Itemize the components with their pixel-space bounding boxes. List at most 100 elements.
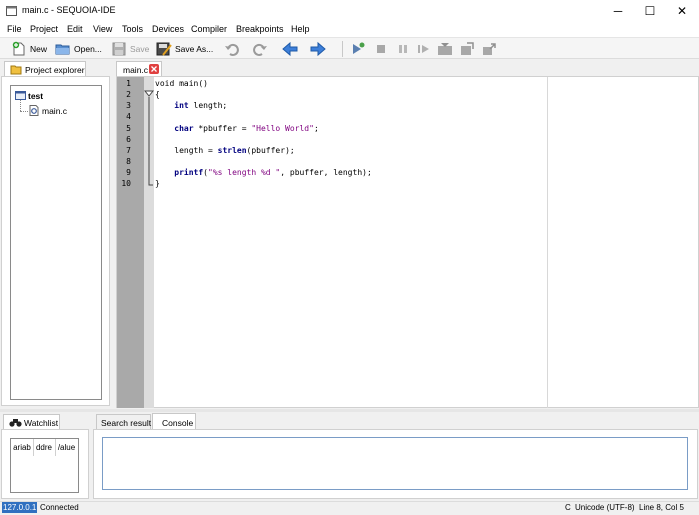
run-to-icon[interactable]: [437, 41, 453, 57]
tab-console[interactable]: Console: [152, 413, 196, 430]
code-token: void main(): [155, 79, 208, 88]
line-number: 8: [126, 157, 131, 166]
save-as-button[interactable]: Save As...: [156, 40, 213, 58]
menu-devices[interactable]: Devices: [152, 24, 184, 34]
menu-edit[interactable]: Edit: [67, 24, 83, 34]
line-number: 3: [126, 101, 131, 110]
menu-view[interactable]: View: [93, 24, 112, 34]
menu-help[interactable]: Help: [291, 24, 310, 34]
project-explorer-label: Project explorer: [25, 65, 85, 75]
save-disk-icon: [112, 42, 126, 56]
code-token: (pbuffer);: [246, 146, 295, 155]
status-language-mode: C: [565, 503, 571, 512]
back-arrow-icon[interactable]: [282, 41, 298, 57]
save-as-icon: [156, 42, 172, 56]
code-token: {: [155, 90, 160, 99]
watchlist-table: ariab ddre /alue: [10, 438, 79, 493]
watch-column-variable[interactable]: ariab: [11, 439, 34, 456]
watch-column-value[interactable]: /alue: [55, 439, 78, 456]
window-title: main.c - SEQUOIA-IDE: [22, 5, 116, 15]
line-number: 10: [121, 179, 131, 188]
c-file-icon: [29, 105, 39, 116]
tree-item-file[interactable]: main.c: [42, 106, 67, 116]
toolbar-separator: [342, 41, 343, 57]
code-token: , pbuffer, length);: [280, 168, 372, 177]
code-string: "Hello World": [251, 124, 314, 133]
line-number: 1: [126, 79, 131, 88]
status-connection: Connected: [40, 503, 79, 512]
close-tab-icon[interactable]: [149, 64, 159, 74]
code-line-5: char *pbuffer = "Hello World";: [155, 124, 319, 133]
new-file-icon: [12, 41, 25, 56]
open-label: Open...: [74, 44, 102, 54]
line-number: 4: [126, 112, 131, 121]
app-icon: [6, 6, 17, 16]
code-token: length;: [188, 101, 228, 110]
code-line-1: void main(): [155, 79, 208, 88]
tab-editor-main-c[interactable]: main.c: [116, 61, 162, 77]
menu-compiler[interactable]: Compiler: [191, 24, 227, 34]
stop-icon[interactable]: [373, 41, 389, 57]
status-encoding: Unicode (UTF-8): [575, 503, 635, 512]
status-cursor-position: Line 8, Col 5: [639, 503, 684, 512]
project-tree: test main.c: [10, 85, 102, 400]
build-icon[interactable]: [350, 41, 366, 57]
code-keyword: char: [174, 124, 194, 133]
code-line-2: {: [155, 90, 160, 99]
line-number: 2: [126, 90, 131, 99]
code-string: "%s length %d ": [208, 168, 281, 177]
step-icon[interactable]: [416, 41, 432, 57]
menu-project[interactable]: Project: [30, 24, 58, 34]
open-button[interactable]: Open...: [55, 40, 102, 58]
forward-arrow-icon[interactable]: [310, 41, 326, 57]
line-number: 5: [126, 124, 131, 133]
project-folder-icon: [15, 91, 26, 100]
menu-file[interactable]: File: [7, 24, 22, 34]
tab-project-explorer[interactable]: Project explorer: [4, 61, 86, 77]
step-out-icon[interactable]: [481, 41, 497, 57]
code-line-3: int length;: [155, 101, 227, 110]
code-keyword: strlen: [217, 146, 247, 155]
step-over-icon[interactable]: [459, 41, 475, 57]
fold-marker-icon[interactable]: [144, 89, 154, 189]
console-output[interactable]: [102, 437, 688, 490]
maximize-button[interactable]: ☐: [633, 0, 667, 22]
line-number: 9: [126, 168, 131, 177]
watch-column-address[interactable]: ddre: [33, 439, 56, 456]
panel-splitter[interactable]: [0, 409, 699, 412]
save-as-label: Save As...: [175, 44, 214, 54]
menu-tools[interactable]: Tools: [122, 24, 143, 34]
code-keyword: printf: [174, 168, 204, 177]
tab-watchlist[interactable]: Watchlist: [3, 414, 60, 430]
menu-bar: File Project Edit View Tools Devices Com…: [0, 22, 699, 37]
code-keyword: int: [174, 101, 189, 110]
code-token: *pbuffer =: [193, 124, 252, 133]
code-line-7: length = strlen(pbuffer);: [155, 146, 295, 155]
redo-icon[interactable]: [252, 41, 268, 57]
tab-search-result[interactable]: Search result: [96, 414, 151, 430]
code-line-9: printf("%s length %d ", pbuffer, length)…: [155, 168, 372, 177]
watchlist-label: Watchlist: [24, 418, 59, 428]
pause-icon[interactable]: [395, 41, 411, 57]
edge-guide-line: [547, 77, 548, 408]
new-label: New: [30, 44, 48, 54]
status-ip-address: 127.0.0.1: [2, 502, 38, 513]
code-token: }: [155, 179, 160, 188]
tree-item-project[interactable]: test: [28, 91, 43, 101]
open-folder-icon: [55, 44, 70, 55]
save-button[interactable]: Save: [111, 40, 149, 58]
menu-breakpoints[interactable]: Breakpoints: [236, 24, 284, 34]
project-explorer-icon: [10, 65, 22, 75]
close-button[interactable]: ✕: [665, 0, 699, 22]
binoculars-icon: [9, 419, 22, 427]
editor-tab-label: main.c: [123, 65, 149, 75]
save-label: Save: [130, 44, 150, 54]
new-button[interactable]: New: [11, 40, 47, 58]
code-line-10: }: [155, 179, 160, 188]
line-number: 7: [126, 146, 131, 155]
tree-line: [20, 111, 28, 112]
minimize-button[interactable]: ─: [601, 0, 635, 22]
console-label: Console: [162, 418, 194, 428]
undo-icon[interactable]: [224, 41, 240, 57]
title-bar: main.c - SEQUOIA-IDE ─ ☐ ✕: [0, 0, 699, 22]
